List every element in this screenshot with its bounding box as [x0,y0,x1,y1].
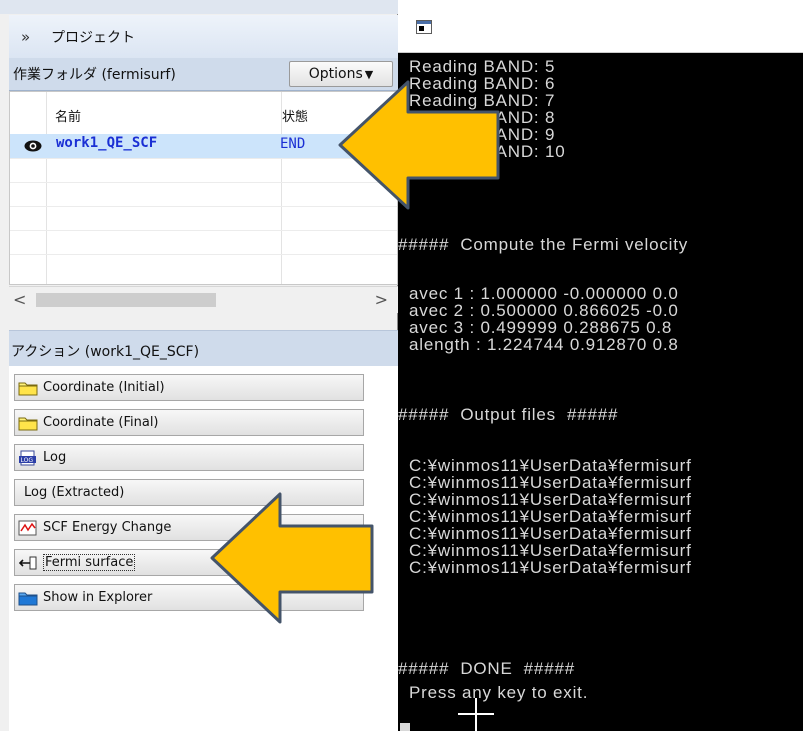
folder-icon [18,382,38,395]
scroll-left-icon[interactable]: < [13,290,26,309]
job-table: 名前 状態 work1_QE_SCF END [9,91,398,285]
console-line: C:¥winmos11¥UserData¥fermisurf [398,490,692,509]
mouse-crosshair-icon [475,698,477,731]
working-folder-bar: 作業フォルダ (fermisurf) Options ▼ [9,58,398,91]
triangle-down-icon: ▼ [364,67,374,81]
text-cursor [400,723,410,731]
console-line: avec 2 : 0.500000 0.866025 -0.0 [398,301,679,320]
console-titlebar[interactable] [398,0,803,53]
console-window[interactable]: Reading BAND: 5 Reading BAND: 6 Reading … [398,0,803,731]
job-name[interactable]: work1_QE_SCF [56,135,157,151]
console-line: alength : 1.224744 0.912870 0.8 [398,335,679,354]
action-label: Log (Extracted) [24,485,125,500]
console-line: Press any key to exit. [398,683,589,702]
column-header-name[interactable]: 名前 [55,106,81,125]
import-arrow-icon [18,556,37,569]
action-label: Coordinate (Initial) [43,380,165,395]
show-in-explorer-button[interactable]: Show in Explorer [14,584,364,611]
working-folder-label: 作業フォルダ (fermisurf) [13,67,176,83]
column-divider [46,92,47,284]
action-label: Show in Explorer [43,590,153,605]
eye-icon[interactable] [24,139,42,153]
console-line: avec 3 : 0.499999 0.288675 0.8 [398,318,673,337]
console-line: Reading BAND: 5 [398,57,556,76]
row-divider [10,158,397,159]
coordinate-initial-button[interactable]: Coordinate (Initial) [14,374,364,401]
project-panel: » プロジェクト 作業フォルダ (fermisurf) Options ▼ 名前… [0,0,398,731]
line-chart-icon [18,520,37,535]
row-divider [10,182,397,183]
action-label: Log [43,450,67,465]
action-label: Coordinate (Final) [43,415,159,430]
log-button[interactable]: LOG Log [14,444,364,471]
project-title: プロジェクト [51,29,135,46]
console-line: C:¥winmos11¥UserData¥fermisurf [398,456,692,475]
action-label: Fermi surface [43,554,136,571]
fermi-surface-button[interactable]: Fermi surface [14,549,364,576]
options-label: Options [308,66,363,82]
scf-energy-change-button[interactable]: SCF Energy Change [14,514,364,541]
column-header-status[interactable]: 状態 [282,106,308,125]
scroll-right-icon[interactable]: > [375,290,388,309]
console-line: C:¥winmos11¥UserData¥fermisurf [398,507,692,526]
log-file-icon: LOG [19,450,36,465]
console-line: Reading BAND: 6 [398,74,556,93]
window-top-strip [0,0,398,14]
console-line: Reading BAND: 10 [398,142,566,161]
job-status: END [280,136,306,152]
horizontal-scrollbar[interactable]: < > [9,286,398,313]
console-line: Reading BAND: 9 [398,125,556,144]
console-line: ##### DONE ##### [398,659,575,678]
double-chevron-down-icon[interactable]: » [21,28,41,46]
coordinate-final-button[interactable]: Coordinate (Final) [14,409,364,436]
row-divider [10,230,397,231]
console-line: ##### Output files ##### [398,405,619,424]
console-line: avec 1 : 1.000000 -0.000000 0.0 [398,284,679,303]
project-header[interactable]: » プロジェクト [9,15,398,59]
console-line: Reading BAND: 7 [398,91,556,110]
actions-title: アクション (work1_QE_SCF) [11,344,200,360]
row-divider [10,254,397,255]
actions-header: アクション (work1_QE_SCF) [9,330,398,368]
scrollbar-thumb[interactable] [36,293,216,307]
folder-icon [18,417,38,430]
console-line: C:¥winmos11¥UserData¥fermisurf [398,524,692,543]
action-label: SCF Energy Change [43,520,172,535]
console-line: Reading BAND: 8 [398,108,556,127]
console-line: ##### Compute the Fermi velocity [398,235,689,254]
row-divider [10,206,397,207]
console-line: C:¥winmos11¥UserData¥fermisurf [398,473,692,492]
console-window-icon [416,20,432,34]
actions-list: Coordinate (Initial) Coordinate (Final) … [9,366,398,731]
options-button[interactable]: Options ▼ [289,61,393,87]
blue-folder-icon [18,592,38,605]
console-line: C:¥winmos11¥UserData¥fermisurf [398,541,692,560]
svg-text:LOG: LOG [21,457,34,464]
log-extracted-button[interactable]: Log (Extracted) [14,479,364,506]
console-line: C:¥winmos11¥UserData¥fermisurf [398,558,692,577]
